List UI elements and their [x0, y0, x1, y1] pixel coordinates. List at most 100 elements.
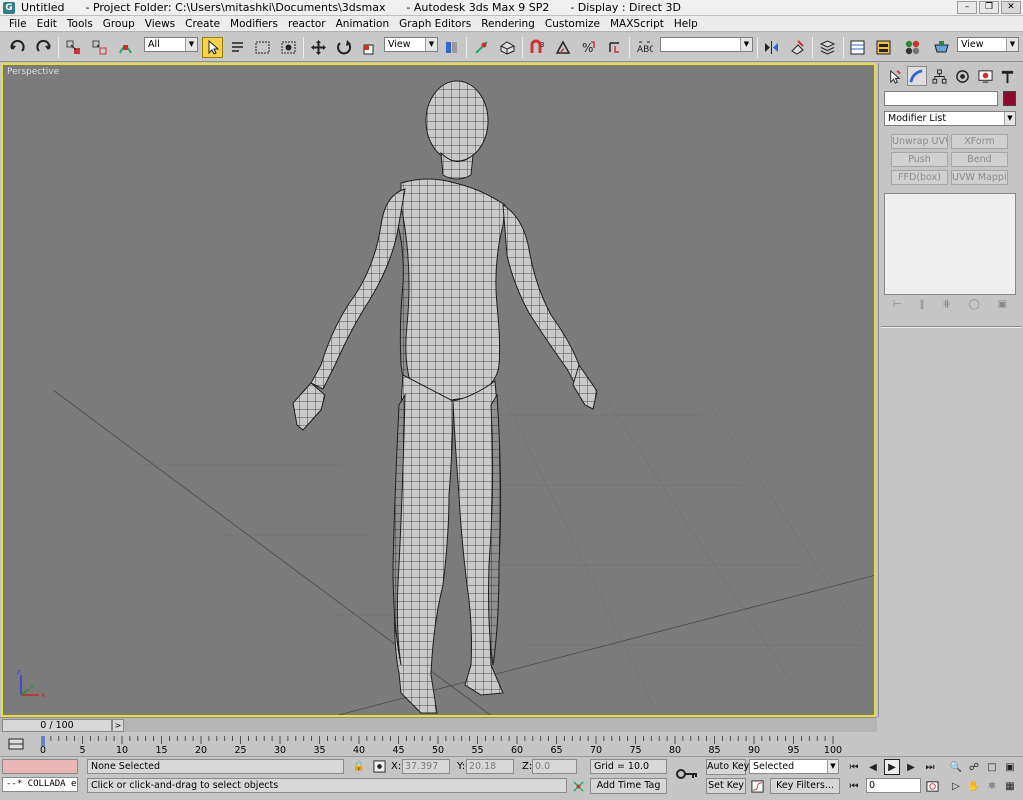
- maximize-viewport-icon[interactable]: ▦: [1002, 778, 1018, 794]
- uvw-mapping-button[interactable]: UVW Mapping C: [951, 170, 1008, 185]
- human-mesh-model[interactable]: [292, 80, 598, 714]
- go-to-start-icon[interactable]: ⏮: [846, 759, 862, 775]
- select-and-rotate-icon[interactable]: [334, 37, 355, 58]
- zoom-extents-icon[interactable]: □: [984, 759, 1000, 775]
- named-selection-sets-dropdown[interactable]: ▼: [660, 37, 753, 52]
- spinner-snap-toggle-icon[interactable]: [604, 37, 625, 58]
- menu-animation[interactable]: Animation: [331, 17, 395, 31]
- menu-help[interactable]: Help: [669, 17, 703, 31]
- material-editor-icon[interactable]: [902, 37, 923, 58]
- track-bar[interactable]: 0 5 10 15 20 25 30 35 40 45 50 55 60 65 70 75 80 85 90 95 10…: [0, 732, 877, 756]
- time-slider[interactable]: 0 / 100 >: [0, 717, 877, 732]
- pivot-center-icon[interactable]: [441, 37, 462, 58]
- set-key-button[interactable]: Set Key: [706, 778, 746, 794]
- default-in-out-tangents-icon[interactable]: [749, 778, 765, 794]
- restore-icon[interactable]: ❐: [979, 1, 999, 14]
- display-tab[interactable]: [975, 66, 995, 86]
- zoom-icon[interactable]: 🔍: [948, 759, 964, 775]
- configure-modifier-sets-icon[interactable]: ▣: [998, 299, 1007, 313]
- xform-button[interactable]: XForm: [951, 134, 1008, 149]
- lock-selection-icon[interactable]: 🔒: [351, 758, 367, 774]
- zoom-extents-all-icon[interactable]: ▣: [1002, 759, 1018, 775]
- zoom-all-icon[interactable]: ☍: [966, 759, 982, 775]
- curve-editor-icon[interactable]: [847, 37, 868, 58]
- motion-tab[interactable]: [952, 66, 972, 86]
- absolute-mode-icon[interactable]: [371, 758, 387, 774]
- render-setup-icon[interactable]: [931, 37, 952, 58]
- select-and-move-icon[interactable]: [308, 37, 329, 58]
- menu-graph-editors[interactable]: Graph Editors: [394, 17, 476, 31]
- menu-rendering[interactable]: Rendering: [476, 17, 540, 31]
- menu-group[interactable]: Group: [98, 17, 140, 31]
- snaps-toggle-icon[interactable]: 3: [527, 37, 548, 58]
- menu-create[interactable]: Create: [180, 17, 225, 31]
- key-mode-dropdown[interactable]: Selected ▼: [749, 759, 839, 774]
- menu-views[interactable]: Views: [140, 17, 180, 31]
- menu-reactor[interactable]: reactor: [283, 17, 331, 31]
- select-and-scale-icon[interactable]: [359, 37, 380, 58]
- time-slider-thumb[interactable]: 0 / 100: [2, 719, 112, 732]
- previous-frame-icon[interactable]: ◀: [865, 759, 881, 775]
- create-tab[interactable]: [884, 66, 904, 86]
- menu-maxscript[interactable]: MAXScript: [605, 17, 669, 31]
- hierarchy-tab[interactable]: [930, 66, 950, 86]
- menu-modifiers[interactable]: Modifiers: [225, 17, 283, 31]
- edit-named-selection-icon[interactable]: ABC: [634, 37, 655, 58]
- set-key-icon[interactable]: [676, 765, 698, 783]
- select-and-link-icon[interactable]: [63, 37, 84, 58]
- menu-tools[interactable]: Tools: [62, 17, 98, 31]
- object-name-field[interactable]: [884, 91, 998, 106]
- redo-icon[interactable]: [33, 37, 54, 58]
- mirror-icon[interactable]: [761, 37, 782, 58]
- next-frame-button[interactable]: >: [112, 719, 124, 732]
- rectangular-selection-icon[interactable]: [252, 37, 273, 58]
- go-to-end-icon[interactable]: ⏭: [922, 759, 938, 775]
- auto-key-button[interactable]: Auto Key: [706, 759, 749, 775]
- viewport-label[interactable]: Perspective: [7, 67, 59, 77]
- layer-manager-icon[interactable]: [817, 37, 838, 58]
- coord-z-field[interactable]: 0.0: [532, 759, 577, 774]
- open-mini-curve-editor-icon[interactable]: [8, 736, 24, 752]
- app-icon[interactable]: G: [3, 2, 15, 14]
- select-and-manipulate-icon[interactable]: [471, 37, 492, 58]
- key-filters-button[interactable]: Key Filters...: [770, 778, 840, 794]
- schematic-view-icon[interactable]: [873, 37, 894, 58]
- close-icon[interactable]: ✕: [1001, 1, 1021, 14]
- unwrap-uvw-button[interactable]: Unwrap UVW: [891, 134, 948, 149]
- bend-button[interactable]: Bend: [951, 152, 1008, 167]
- field-of-view-icon[interactable]: ▷: [948, 778, 964, 794]
- play-icon[interactable]: ▶: [884, 759, 900, 775]
- angle-snap-toggle-icon[interactable]: [553, 37, 574, 58]
- coord-y-field[interactable]: 20.18: [466, 759, 514, 774]
- reference-coordinate-dropdown[interactable]: View ▼: [384, 37, 438, 52]
- time-tag-icon[interactable]: [570, 778, 586, 794]
- window-crossing-icon[interactable]: [278, 37, 299, 58]
- minimize-icon[interactable]: –: [957, 1, 977, 14]
- align-icon[interactable]: [787, 37, 808, 58]
- arc-rotate-icon[interactable]: ⚛: [984, 778, 1000, 794]
- modifier-stack[interactable]: [884, 193, 1016, 295]
- menu-edit[interactable]: Edit: [32, 17, 62, 31]
- remove-modifier-icon[interactable]: ◯: [969, 299, 980, 313]
- select-by-name-icon[interactable]: [227, 37, 248, 58]
- bind-to-space-warp-icon[interactable]: [115, 37, 136, 58]
- undo-icon[interactable]: [7, 37, 28, 58]
- select-object-icon[interactable]: [202, 37, 223, 58]
- show-end-result-icon[interactable]: ‖: [919, 299, 924, 313]
- maxscript-listener-field[interactable]: --* COLLADA e: [2, 777, 78, 792]
- current-frame-marker[interactable]: [41, 736, 45, 746]
- coord-x-field[interactable]: 37.397: [402, 759, 450, 774]
- keyboard-shortcut-override-icon[interactable]: [497, 37, 518, 58]
- percent-snap-toggle-icon[interactable]: %: [578, 37, 599, 58]
- unlink-selection-icon[interactable]: [89, 37, 110, 58]
- current-frame-field[interactable]: 0: [866, 778, 921, 793]
- maxscript-listener-pink[interactable]: [2, 759, 78, 774]
- menu-customize[interactable]: Customize: [540, 17, 605, 31]
- time-configuration-icon[interactable]: [924, 778, 940, 794]
- pan-view-icon[interactable]: ✋: [966, 778, 982, 794]
- render-view-dropdown[interactable]: View ▼: [957, 37, 1019, 52]
- menu-file[interactable]: File: [4, 17, 32, 31]
- ffd-box-button[interactable]: FFD(box): [891, 170, 948, 185]
- pin-stack-icon[interactable]: ⊢: [893, 299, 902, 313]
- add-time-tag-button[interactable]: Add Time Tag: [590, 778, 667, 794]
